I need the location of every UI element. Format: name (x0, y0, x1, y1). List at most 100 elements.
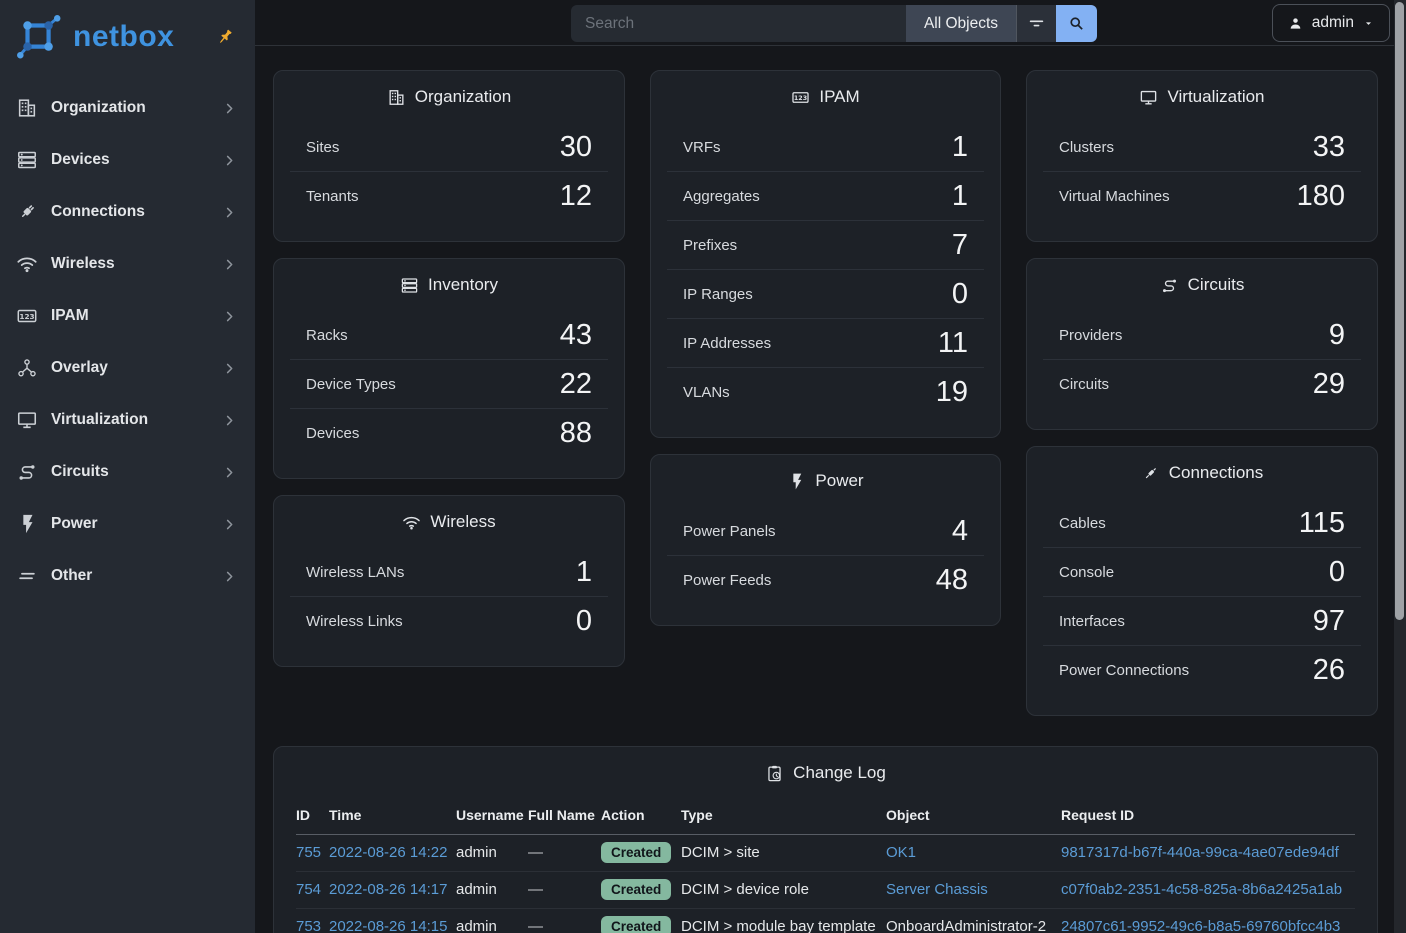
changelog-request-id-link[interactable]: 9817317d-b67f-440a-99ca-4ae07ede94df (1061, 844, 1339, 861)
server-stack-icon (16, 149, 38, 171)
stat-value: 7 (952, 231, 968, 260)
stat-label: Wireless Links (306, 613, 403, 630)
netbox-logo-icon (14, 14, 64, 60)
stat-value: 11 (938, 329, 968, 358)
changelog-id-link[interactable]: 755 (296, 844, 321, 861)
stat-row-vlans[interactable]: VLANs 19 (667, 368, 984, 417)
sidebar-item-connections[interactable]: Connections (0, 186, 255, 238)
pin-sidebar-icon[interactable] (215, 27, 235, 47)
sidebar-item-label: Power (51, 515, 98, 533)
stat-label: Console (1059, 564, 1114, 581)
sidebar-item-circuits[interactable]: Circuits (0, 446, 255, 498)
stat-value: 115 (1299, 509, 1345, 538)
stat-row-racks[interactable]: Racks 43 (290, 311, 608, 360)
stat-value: 88 (560, 419, 592, 448)
scrollbar-thumb[interactable] (1395, 2, 1404, 620)
stat-label: IP Addresses (683, 335, 771, 352)
caret-down-icon (1363, 18, 1374, 29)
stat-row-wireless-links[interactable]: Wireless Links 0 (290, 597, 608, 646)
changelog-object-link[interactable]: OK1 (886, 844, 916, 861)
stat-value: 26 (1313, 656, 1345, 685)
server-stack-icon (400, 276, 419, 295)
changelog-time-link[interactable]: 2022-08-26 14:17 (329, 881, 447, 898)
object-type-button[interactable]: All Objects (906, 5, 1016, 42)
stat-row-sites[interactable]: Sites 30 (290, 123, 608, 172)
search-input[interactable] (571, 5, 906, 42)
stat-row-vrfs[interactable]: VRFs 1 (667, 123, 984, 172)
stat-row-aggregates[interactable]: Aggregates 1 (667, 172, 984, 221)
sidebar-item-virtualization[interactable]: Virtualization (0, 394, 255, 446)
search-button[interactable] (1056, 5, 1097, 42)
sidebar-item-wireless[interactable]: Wireless (0, 238, 255, 290)
user-name: admin (1312, 14, 1354, 32)
stat-value: 48 (936, 566, 968, 595)
stat-label: Prefixes (683, 237, 737, 254)
stat-row-interfaces[interactable]: Interfaces 97 (1043, 597, 1361, 646)
stat-row-clusters[interactable]: Clusters 33 (1043, 123, 1361, 172)
changelog-time-link[interactable]: 2022-08-26 14:22 (329, 844, 447, 861)
stat-value: 180 (1297, 182, 1345, 211)
stat-label: IP Ranges (683, 286, 753, 303)
sidebar-item-organization[interactable]: Organization (0, 82, 255, 134)
changelog-id-link[interactable]: 754 (296, 881, 321, 898)
stat-row-ip-ranges[interactable]: IP Ranges 0 (667, 270, 984, 319)
stat-label: Wireless LANs (306, 564, 404, 581)
changelog-time-link[interactable]: 2022-08-26 14:15 (329, 918, 447, 933)
stat-row-prefixes[interactable]: Prefixes 7 (667, 221, 984, 270)
changelog-panel: Change Log ID Time Username Full Name Ac… (273, 746, 1378, 933)
stat-row-tenants[interactable]: Tenants 12 (290, 172, 608, 221)
sidebar-item-ipam[interactable]: IPAM (0, 290, 255, 342)
transit-icon (16, 461, 38, 483)
changelog-id-link[interactable]: 753 (296, 918, 321, 933)
stat-label: Power Panels (683, 523, 776, 540)
col-header-object: Object (886, 803, 1061, 835)
sidebar-item-label: Devices (51, 151, 110, 169)
chevron-right-icon (222, 205, 237, 220)
stat-row-virtual-machines[interactable]: Virtual Machines 180 (1043, 172, 1361, 221)
card-circuits: Circuits Providers 9 Circuits 29 (1026, 258, 1378, 430)
card-title-text: Wireless (430, 512, 495, 532)
changelog-username: admin (456, 909, 528, 933)
sidebar-item-label: Other (51, 567, 92, 585)
col-header-time: Time (329, 803, 456, 835)
sidebar-item-overlay[interactable]: Overlay (0, 342, 255, 394)
changelog-username: admin (456, 872, 528, 909)
stat-row-devices[interactable]: Devices 88 (290, 409, 608, 458)
stat-row-providers[interactable]: Providers 9 (1043, 311, 1361, 360)
card-title-text: Organization (415, 87, 511, 107)
stat-label: Racks (306, 327, 348, 344)
stat-row-power-panels[interactable]: Power Panels 4 (667, 507, 984, 556)
cable-icon (1141, 464, 1160, 483)
stat-row-cables[interactable]: Cables 115 (1043, 499, 1361, 548)
sidebar-item-other[interactable]: Other (0, 550, 255, 602)
card-title-text: IPAM (819, 87, 859, 107)
action-badge: Created (601, 842, 671, 863)
stat-row-power-feeds[interactable]: Power Feeds 48 (667, 556, 984, 605)
changelog-request-id-link[interactable]: c07f0ab2-2351-4c58-825a-8b6a2425a1ab (1061, 881, 1342, 898)
scrollbar[interactable] (1394, 0, 1406, 933)
monitor-icon (1139, 88, 1158, 107)
wifi-icon (402, 513, 421, 532)
stat-row-circuits[interactable]: Circuits 29 (1043, 360, 1361, 409)
changelog-request-id-link[interactable]: 24807c61-9952-49c6-b8a5-69760bfcc4b3 (1061, 918, 1340, 933)
stat-row-power-connections[interactable]: Power Connections 26 (1043, 646, 1361, 695)
monitor-icon (16, 409, 38, 431)
stat-row-wireless-lans[interactable]: Wireless LANs 1 (290, 548, 608, 597)
filter-button[interactable] (1016, 5, 1056, 42)
stat-label: Interfaces (1059, 613, 1125, 630)
netbox-logo[interactable]: netbox (14, 14, 174, 60)
card-title: Wireless (274, 496, 624, 548)
chevron-right-icon (222, 465, 237, 480)
col-header-full-name: Full Name (528, 803, 601, 835)
sidebar-item-devices[interactable]: Devices (0, 134, 255, 186)
stat-value: 0 (576, 607, 592, 636)
changelog-object-link[interactable]: Server Chassis (886, 881, 988, 898)
user-menu-button[interactable]: admin (1272, 4, 1390, 42)
stat-row-device-types[interactable]: Device Types 22 (290, 360, 608, 409)
stat-value: 1 (576, 558, 592, 587)
stat-value: 22 (560, 370, 592, 399)
stat-row-console[interactable]: Console 0 (1043, 548, 1361, 597)
stat-row-ip-addresses[interactable]: IP Addresses 11 (667, 319, 984, 368)
sidebar-item-power[interactable]: Power (0, 498, 255, 550)
card-title-text: Inventory (428, 275, 498, 295)
